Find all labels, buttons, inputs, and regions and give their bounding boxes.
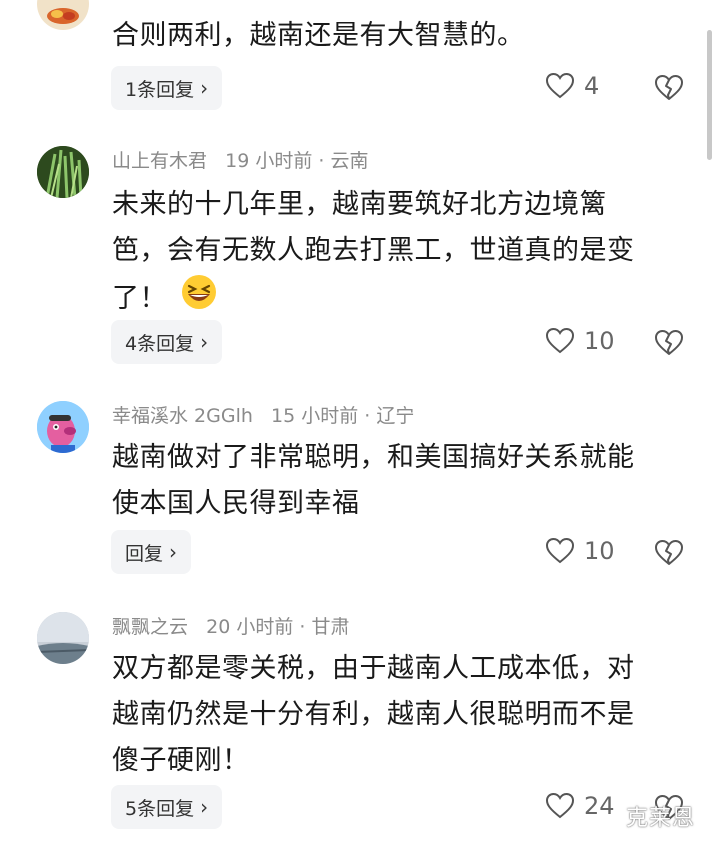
author-name[interactable]: 飘飘之云	[112, 616, 188, 638]
like-button[interactable]: 10	[546, 327, 615, 355]
separator: ·	[299, 616, 306, 638]
scrollbar[interactable]	[707, 30, 712, 160]
like-count: 4	[584, 72, 600, 100]
heart-outline-icon	[546, 73, 574, 99]
dislike-button[interactable]	[655, 540, 683, 570]
separator: ·	[364, 405, 371, 427]
reply-button[interactable]: 4条回复 ›	[111, 320, 223, 364]
comment-location: 甘肃	[311, 616, 350, 638]
comment-time: 15 小时前	[271, 405, 359, 427]
like-button[interactable]: 24	[546, 792, 615, 820]
comment-meta: 山上有木君 19 小时前 · 云南	[112, 146, 369, 173]
broken-heart-icon	[655, 75, 683, 100]
reply-count: 4条回复	[125, 332, 195, 355]
dislike-button[interactable]	[655, 330, 683, 360]
comment-text-line: 傻子硬刚！	[112, 745, 250, 776]
comment-text: 合则两利，越南还是有大智慧的。	[112, 20, 525, 51]
comment-meta: 飘飘之云 20 小时前 · 甘肃	[112, 612, 350, 639]
comment-text: 越南做对了非常聪明，和美国搞好关系就能 使本国人民得到幸福	[112, 435, 682, 527]
chevron-right-icon: ›	[200, 330, 209, 354]
comment-text-line: 越南做对了非常聪明，和美国搞好关系就能	[112, 442, 635, 473]
comment-meta: 幸福溪水 2GGlh 15 小时前 · 辽宁	[112, 401, 414, 428]
broken-heart-icon	[655, 540, 683, 565]
chevron-right-icon: ›	[169, 540, 178, 564]
reply-count: 1条回复	[125, 78, 195, 101]
comment-text-fragment: 了！	[112, 283, 167, 314]
separator: ·	[318, 150, 325, 172]
reply-count: 回复	[125, 542, 164, 565]
author-name[interactable]: 山上有木君	[112, 150, 207, 172]
heart-outline-icon	[546, 328, 574, 354]
chevron-right-icon: ›	[200, 795, 209, 819]
comment-location: 辽宁	[376, 405, 415, 427]
author-name[interactable]: 幸福溪水 2GGlh	[112, 405, 253, 427]
like-button[interactable]: 4	[546, 72, 599, 100]
like-count: 10	[584, 537, 615, 565]
chevron-right-icon: ›	[200, 76, 209, 100]
comment-text-line: 使本国人民得到幸福	[112, 488, 360, 519]
reply-button[interactable]: 1条回复 ›	[111, 66, 223, 110]
avatar[interactable]	[37, 612, 89, 664]
comment-text: 双方都是零关税，由于越南人工成本低，对 越南仍然是十分有利，越南人很聪明而不是 …	[112, 646, 682, 784]
heart-outline-icon	[546, 538, 574, 564]
reply-count: 5条回复	[125, 797, 195, 820]
comment-time: 19 小时前	[225, 150, 313, 172]
comment-text-line: 双方都是零关税，由于越南人工成本低，对	[112, 653, 635, 684]
comment-text-line: 了！	[112, 274, 682, 325]
watermark: 克莱恩	[626, 806, 696, 831]
comment-text-line: 未来的十几年里，越南要筑好北方边境篱	[112, 189, 607, 220]
avatar[interactable]	[37, 401, 89, 453]
reply-button[interactable]: 5条回复 ›	[111, 785, 223, 829]
avatar[interactable]	[37, 0, 89, 30]
comment-time: 20 小时前	[206, 616, 294, 638]
like-count: 24	[584, 792, 615, 820]
like-count: 10	[584, 327, 615, 355]
broken-heart-icon	[655, 330, 683, 355]
avatar[interactable]	[37, 146, 89, 198]
comment-text-line: 笆，会有无数人跑去打黑工，世道真的是变	[112, 235, 635, 266]
reply-button[interactable]: 回复 ›	[111, 530, 192, 574]
comment-text: 未来的十几年里，越南要筑好北方边境篱 笆，会有无数人跑去打黑工，世道真的是变 了…	[112, 182, 682, 325]
comment-text-line: 越南仍然是十分有利，越南人很聪明而不是	[112, 699, 635, 730]
dislike-button[interactable]	[655, 75, 683, 105]
like-button[interactable]: 10	[546, 537, 615, 565]
heart-outline-icon	[546, 793, 574, 819]
comment-location: 云南	[330, 150, 369, 172]
grinning-squinting-face-icon	[181, 274, 217, 325]
